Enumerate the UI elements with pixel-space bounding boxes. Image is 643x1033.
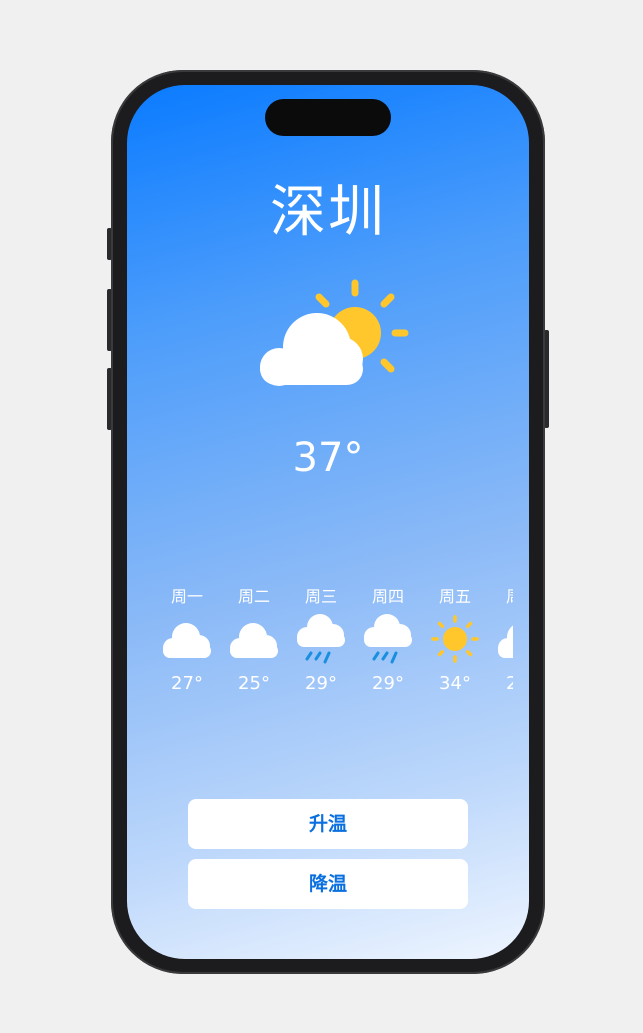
cloud-icon [498,625,513,658]
forecast-day-temp: 27° [171,673,203,694]
forecast-day: 周五 34° [425,583,485,703]
warm-up-button[interactable]: 升温 [188,799,468,849]
forecast-strip[interactable]: 周一 27° 周二 25° 周三 29° 周四 29° 周五 34° 2 [157,583,513,703]
partly-sunny-icon [260,279,409,386]
sun-icon [431,615,479,663]
cloud-icon [230,623,278,658]
forecast-day-label: 周四 [371,587,404,606]
forecast-day-label: 周三 [304,587,337,606]
current-temperature: 37° [292,435,364,481]
forecast-day-label: 周一 [170,587,203,606]
forecast-day-label: 周二 [237,587,270,606]
cloud-icon [163,623,211,658]
city-title: 深圳 [270,180,386,245]
forecast-day: 周六 29° [492,583,513,703]
forecast-day-temp: 29° [305,673,337,694]
forecast-day: 周四 29° [358,583,418,703]
forecast-day-temp: 29° [506,673,513,694]
forecast-day: 周一 27° [157,583,217,703]
rain-cloud-icon [364,614,412,664]
forecast-day-label: 周五 [438,587,471,606]
rain-cloud-icon [297,614,345,664]
forecast-day: 周三 29° [291,583,351,703]
forecast-day-temp: 34° [439,673,471,694]
forecast-day-temp: 29° [372,673,404,694]
forecast-day-temp: 25° [238,673,270,694]
forecast-day-label: 周六 [492,583,513,607]
weather-screen: 深圳 37° 周一 27° 周二 25° 周三 29° 周四 29° 周五 34… [127,85,529,959]
forecast-day: 周二 25° [224,583,284,703]
dynamic-island [265,99,391,136]
cool-down-button[interactable]: 降温 [188,859,468,909]
